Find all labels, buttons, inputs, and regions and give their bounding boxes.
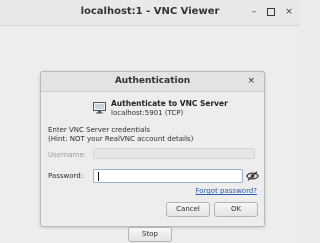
server-address: localhost:5901 (TCP) <box>111 109 184 117</box>
maximize-button[interactable] <box>265 6 277 18</box>
dialog-close-button[interactable]: × <box>247 75 255 87</box>
minimize-button[interactable]: – <box>248 6 260 18</box>
hint-text: (Hint: NOT your RealVNC account details) <box>48 135 194 143</box>
window-titlebar: localhost:1 - VNC Viewer – × <box>0 0 300 26</box>
username-label: Username: <box>48 151 87 159</box>
forgot-password-link[interactable]: Forgot password? <box>196 187 257 195</box>
cancel-button[interactable]: Cancel <box>166 202 210 217</box>
stop-button[interactable]: Stop <box>128 227 172 242</box>
password-field[interactable] <box>93 169 243 183</box>
dialog-titlebar: Authentication × <box>41 72 264 92</box>
username-field <box>93 148 255 159</box>
maximize-icon <box>267 7 275 16</box>
instruction-text: Enter VNC Server credentials <box>48 126 150 134</box>
monitor-icon <box>93 102 106 114</box>
text-caret <box>98 172 99 181</box>
dialog-title: Authentication <box>114 76 191 86</box>
eye-slash-icon[interactable] <box>246 171 259 181</box>
window-close-button[interactable]: × <box>283 6 295 18</box>
password-label: Password: <box>48 172 84 180</box>
auth-heading: Authenticate to VNC Server <box>111 99 228 108</box>
authentication-dialog: Authentication × Authenticate to VNC Ser… <box>40 71 265 227</box>
ok-button[interactable]: OK <box>214 202 258 217</box>
